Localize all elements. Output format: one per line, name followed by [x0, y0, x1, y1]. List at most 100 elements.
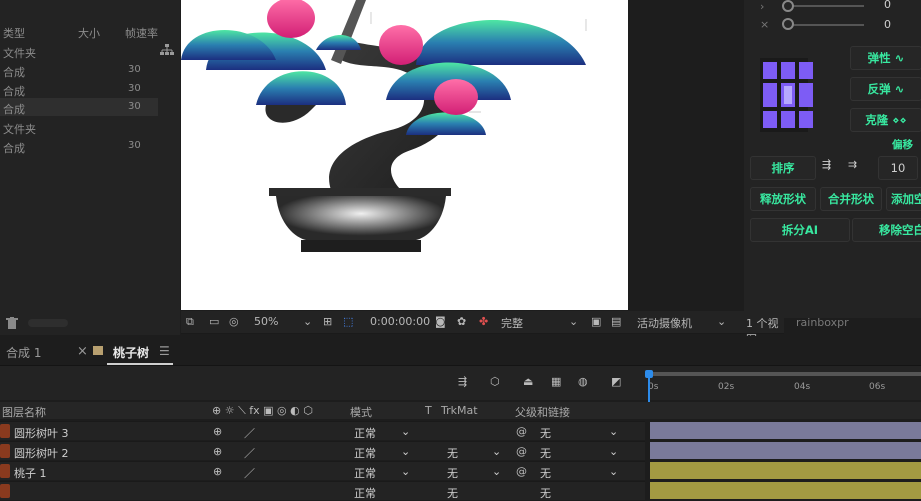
- chevron-down-icon[interactable]: ⌄: [492, 465, 501, 478]
- resolution-select[interactable]: 完整: [501, 315, 523, 331]
- graph-icon[interactable]: ⇶: [458, 375, 467, 388]
- chevron-down-icon[interactable]: ⌄: [401, 465, 410, 478]
- parent-select[interactable]: 无: [540, 485, 551, 501]
- chevron-down-icon[interactable]: ⌄: [609, 465, 618, 478]
- chevron-down-icon[interactable]: ⌄: [492, 445, 501, 458]
- chevron-down-icon[interactable]: ⌄: [569, 315, 578, 328]
- shy-switch-icon[interactable]: ⊕: [213, 465, 222, 478]
- quality-switch-icon[interactable]: ／: [244, 445, 255, 461]
- 3d-view-icon[interactable]: ▤: [611, 315, 621, 328]
- layer-row[interactable]: 圆形树叶 3 ⊕ ／ 正常 ⌄ @ 无 ⌄: [0, 421, 645, 440]
- project-row[interactable]: 合成 30: [0, 61, 158, 79]
- project-row[interactable]: 文件夹: [0, 118, 158, 136]
- 3d-draft-icon[interactable]: ⬡: [490, 375, 500, 388]
- layer-row[interactable]: 桃子 1 ⊕ ／ 正常 ⌄ 无 ⌄ @ 无 ⌄: [0, 461, 645, 480]
- tab-comp1[interactable]: 合成 1: [6, 344, 41, 361]
- hierarchy-icon[interactable]: [160, 44, 174, 56]
- project-row[interactable]: 文件夹: [0, 42, 158, 60]
- col-t[interactable]: T: [425, 404, 432, 417]
- pickwhip-icon[interactable]: @: [516, 465, 527, 478]
- project-row[interactable]: 合成 30: [0, 80, 158, 98]
- sort-button[interactable]: 排序: [750, 156, 816, 180]
- chevron-down-icon[interactable]: ⌄: [609, 445, 618, 458]
- bounce-button[interactable]: 反弹 ∿: [850, 77, 921, 101]
- layer-duration-bar[interactable]: [650, 422, 921, 439]
- timecode[interactable]: 0:00:00:00: [370, 315, 430, 328]
- monitor-icon[interactable]: ▭: [209, 315, 219, 328]
- mode-select[interactable]: 正常: [354, 465, 376, 481]
- channel-icon[interactable]: ✤: [479, 315, 488, 328]
- shy-switch-icon[interactable]: ⊕: [213, 445, 222, 458]
- col-size[interactable]: 大小: [78, 25, 100, 41]
- col-layer-name[interactable]: 图层名称: [2, 404, 46, 420]
- chevron-down-icon[interactable]: ⌄: [303, 315, 312, 328]
- layer-duration-bar[interactable]: [650, 462, 921, 479]
- trkmat-select[interactable]: 无: [447, 445, 458, 461]
- slider-track[interactable]: [784, 24, 864, 26]
- trkmat-select[interactable]: 无: [447, 465, 458, 481]
- split-ai-button[interactable]: 拆分AI: [750, 218, 850, 242]
- mode-select[interactable]: 正常: [354, 485, 376, 501]
- pickwhip-icon[interactable]: @: [516, 425, 527, 438]
- frame-blend-icon[interactable]: ▦: [551, 375, 561, 388]
- tab-peach-tree[interactable]: 桃子树: [113, 344, 149, 361]
- col-parent[interactable]: 父级和链接: [515, 404, 570, 420]
- chevron-down-icon[interactable]: ⌄: [401, 445, 410, 458]
- add-null-button[interactable]: 添加空: [886, 187, 921, 211]
- merge-shape-button[interactable]: 合并形状: [820, 187, 882, 211]
- layer-name[interactable]: 圆形树叶 2: [14, 445, 69, 461]
- layer-row[interactable]: 正常 无 无: [0, 481, 645, 500]
- composition-viewer[interactable]: [181, 0, 628, 310]
- quality-switch-icon[interactable]: ／: [244, 425, 255, 441]
- parent-select[interactable]: 无: [540, 465, 551, 481]
- mask-view-icon[interactable]: ◎: [229, 315, 239, 328]
- shy-icon[interactable]: ⏏: [523, 375, 533, 388]
- col-fps[interactable]: 帧速率: [125, 25, 158, 41]
- col-mode[interactable]: 模式: [350, 404, 372, 420]
- sort-value-input[interactable]: 10: [878, 156, 918, 180]
- mode-select[interactable]: 正常: [354, 425, 376, 441]
- sort-order-icon[interactable]: ⇶: [822, 158, 831, 171]
- chevron-down-icon[interactable]: ⌄: [717, 315, 726, 328]
- layer-duration-bar[interactable]: [650, 482, 921, 499]
- slider-thumb[interactable]: [782, 18, 794, 30]
- trash-icon[interactable]: [6, 317, 18, 329]
- slider-thumb[interactable]: [782, 0, 794, 12]
- layer-duration-bar[interactable]: [650, 442, 921, 459]
- offset-label[interactable]: 偏移: [892, 137, 913, 152]
- trkmat-select[interactable]: 无: [447, 485, 458, 501]
- sort-reverse-icon[interactable]: ⇉: [848, 158, 857, 171]
- layer-name[interactable]: 桃子 1: [14, 465, 47, 481]
- layer-name[interactable]: 圆形树叶 3: [14, 425, 69, 441]
- parent-select[interactable]: 无: [540, 445, 551, 461]
- release-shape-button[interactable]: 释放形状: [750, 187, 816, 211]
- menu-icon[interactable]: ☰: [159, 344, 170, 358]
- bpc-toggle[interactable]: [28, 319, 68, 327]
- col-type[interactable]: 类型: [3, 25, 25, 41]
- parent-select[interactable]: 无: [540, 425, 551, 441]
- shy-switch-icon[interactable]: ⊕: [213, 425, 222, 438]
- zoom-select[interactable]: 50%: [254, 315, 278, 328]
- chevron-down-icon[interactable]: ⌄: [401, 425, 410, 438]
- region-of-interest-icon[interactable]: ⬚: [343, 315, 353, 328]
- mode-select[interactable]: 正常: [354, 445, 376, 461]
- anchor-grid[interactable]: [760, 58, 813, 132]
- work-area-bar[interactable]: [647, 372, 921, 376]
- project-row[interactable]: 合成 30: [0, 137, 158, 155]
- slider-track[interactable]: [784, 5, 864, 7]
- col-trkmat[interactable]: TrkMat: [441, 404, 478, 417]
- clone-button[interactable]: 克隆 ⋄⋄: [850, 108, 921, 132]
- time-ruler[interactable]: 0s 02s 04s 06s: [645, 366, 921, 400]
- spring-button[interactable]: 弹性 ∿: [850, 46, 921, 70]
- chevron-down-icon[interactable]: ⌄: [609, 425, 618, 438]
- project-row[interactable]: 合成 30: [0, 98, 158, 116]
- motion-blur-icon[interactable]: ◍: [578, 375, 588, 388]
- transparency-grid-icon[interactable]: ▣: [591, 315, 601, 328]
- close-icon[interactable]: ×: [77, 344, 88, 359]
- camera-select[interactable]: 活动摄像机: [637, 315, 692, 331]
- remove-empty-button[interactable]: 移除空白: [852, 218, 921, 242]
- pickwhip-icon[interactable]: @: [516, 445, 527, 458]
- fit-icon[interactable]: ⊞: [323, 315, 332, 328]
- snapshot-icon[interactable]: ✿: [457, 315, 466, 328]
- always-preview-icon[interactable]: ⧉: [186, 315, 194, 329]
